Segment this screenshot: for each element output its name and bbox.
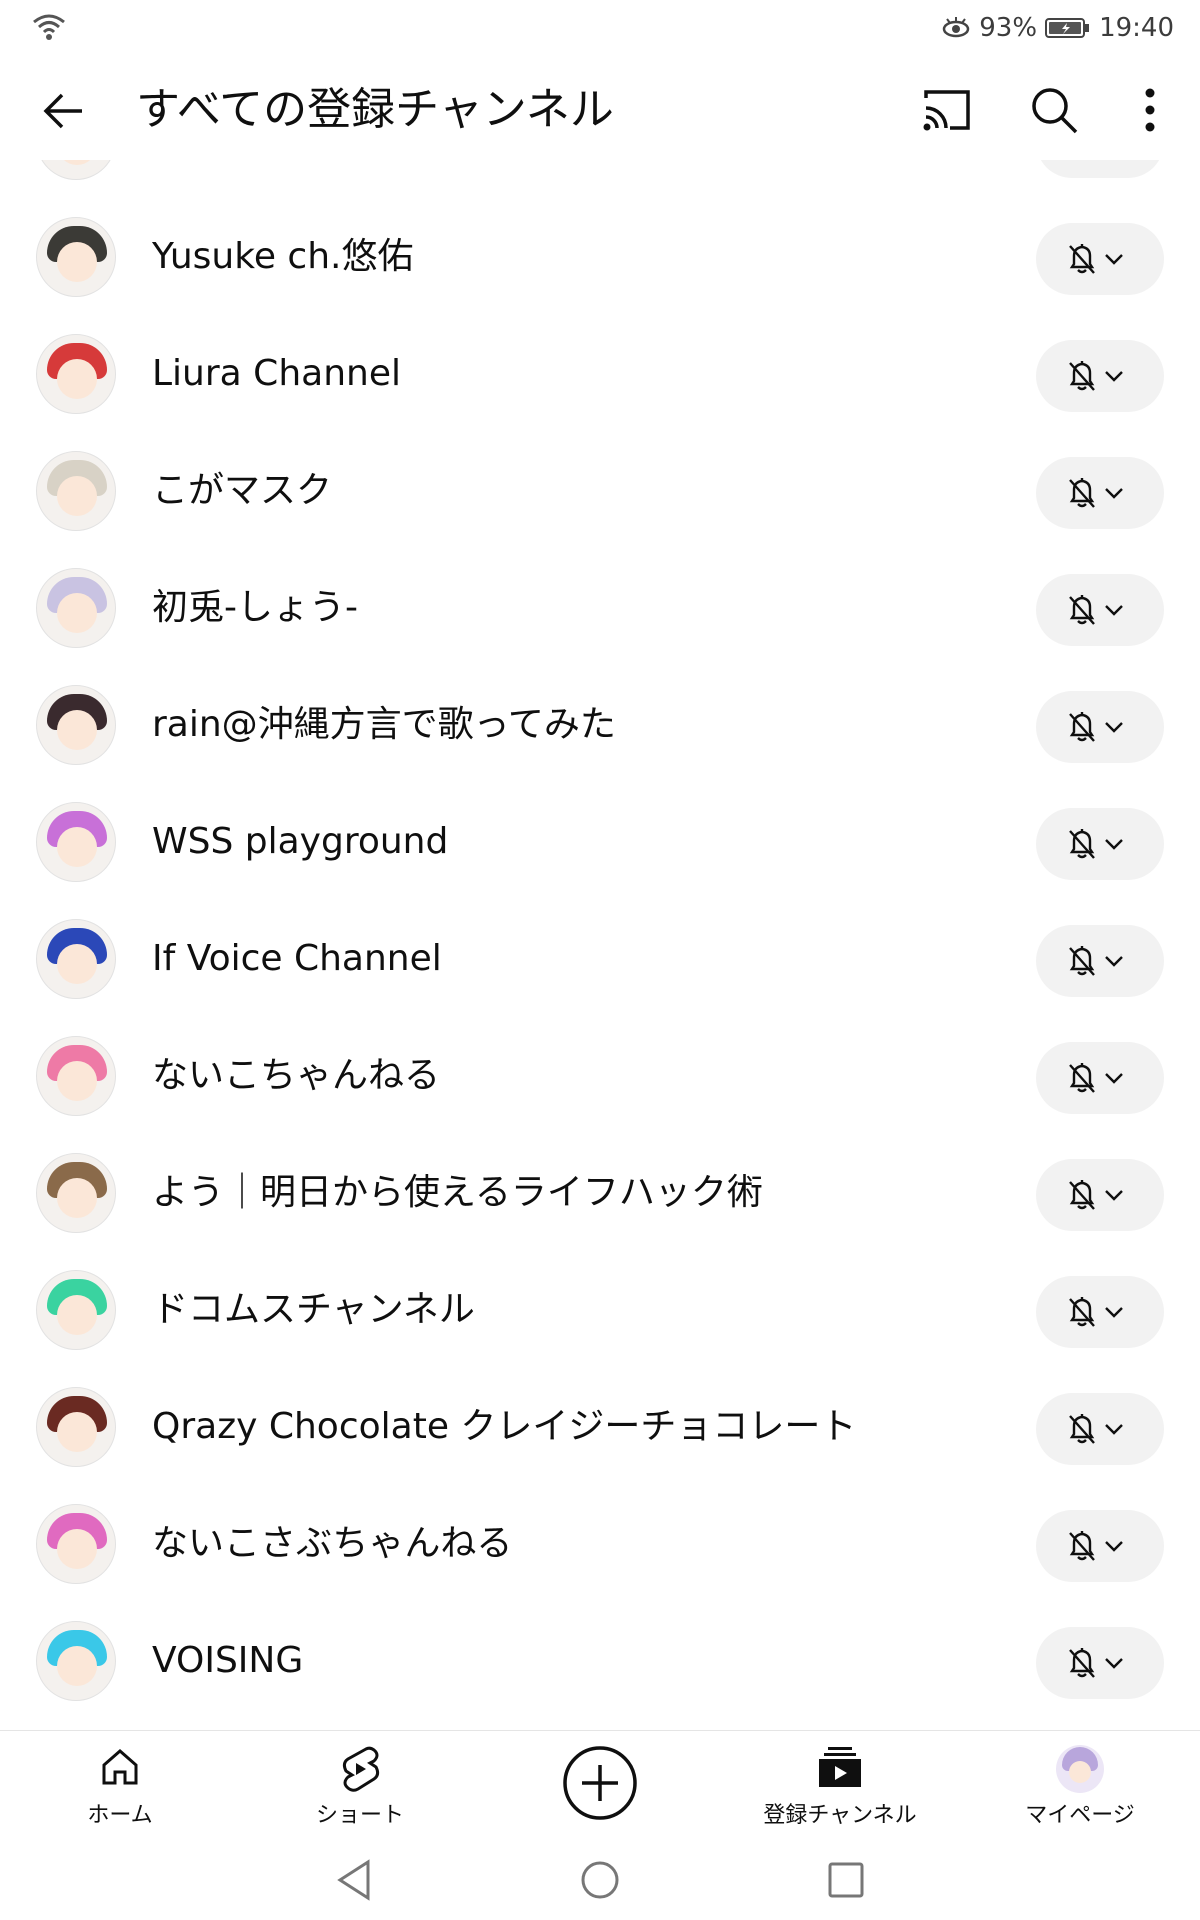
channel-name[interactable]: WSS playground xyxy=(152,812,448,872)
bell-off-chevron-down-icon xyxy=(1069,1297,1123,1327)
channel-name[interactable]: Yusuke ch.悠佑 xyxy=(152,227,413,287)
bell-off-chevron-down-icon xyxy=(1069,712,1123,742)
channel-name[interactable]: よう｜明日から使えるライフハック術 xyxy=(152,1163,763,1223)
bell-off-chevron-down-icon xyxy=(1069,1648,1123,1678)
bell-off-chevron-down-icon xyxy=(1069,361,1123,391)
account-avatar xyxy=(1056,1745,1104,1793)
notification-settings-button[interactable] xyxy=(1036,457,1164,529)
clock: 19:40 xyxy=(1099,13,1174,43)
channel-avatar[interactable] xyxy=(36,568,116,648)
channel-avatar[interactable] xyxy=(36,1504,116,1584)
channel-avatar[interactable] xyxy=(36,802,116,882)
nav-mypage[interactable]: マイページ xyxy=(980,1731,1180,1841)
channel-avatar[interactable] xyxy=(36,1387,116,1467)
bell-off-chevron-down-icon xyxy=(1069,1414,1123,1444)
notification-settings-button[interactable] xyxy=(1036,340,1164,412)
subscriptions-icon xyxy=(819,1747,861,1787)
system-navigation-bar xyxy=(0,1840,1200,1920)
channel-avatar[interactable] xyxy=(36,334,116,414)
wifi-icon xyxy=(33,14,65,40)
system-recents-icon[interactable] xyxy=(824,1858,868,1902)
nav-home[interactable]: ホーム xyxy=(20,1731,220,1841)
nav-shorts-label: ショート xyxy=(315,1803,404,1828)
app-bar: すべての登録チャンネル xyxy=(0,56,1200,160)
status-bar: 93% 19:40 xyxy=(0,0,1200,56)
channel-row[interactable]: ドコムスチャンネル xyxy=(0,1252,1200,1369)
channel-row[interactable]: rain@沖縄方言で歌ってみた xyxy=(0,667,1200,784)
system-back-icon[interactable] xyxy=(334,1858,374,1902)
channel-avatar[interactable] xyxy=(36,451,116,531)
channel-name[interactable]: ないこさぶちゃんねる xyxy=(152,1514,512,1574)
nav-shorts[interactable]: ショート xyxy=(260,1731,460,1841)
bell-off-chevron-down-icon xyxy=(1069,1180,1123,1210)
channel-avatar[interactable] xyxy=(36,1036,116,1116)
notification-settings-button[interactable] xyxy=(1036,1276,1164,1348)
channel-name[interactable]: ないこちゃんねる xyxy=(152,1046,440,1106)
battery-icon xyxy=(1045,18,1090,38)
page-title: すべての登録チャンネル xyxy=(136,84,614,135)
search-icon[interactable] xyxy=(1028,84,1080,136)
nav-subscriptions[interactable]: 登録チャンネル xyxy=(740,1731,940,1841)
channel-row[interactable]: Qrazy Chocolate クレイジーチョコレート xyxy=(0,1369,1200,1486)
notification-settings-button[interactable] xyxy=(1036,1627,1164,1699)
bell-off-chevron-down-icon xyxy=(1069,244,1123,274)
channel-row[interactable]: If Voice Channel xyxy=(0,901,1200,1018)
channel-avatar[interactable] xyxy=(36,1621,116,1701)
battery-percent: 93% xyxy=(979,13,1038,43)
bell-off-chevron-down-icon xyxy=(1069,946,1123,976)
channel-row[interactable]: Liura Channel xyxy=(0,316,1200,433)
channel-list: わんこそば Wanko Soba NoodlesYusuke ch.悠佑Liur… xyxy=(0,140,1200,1730)
channel-row[interactable]: Yusuke ch.悠佑 xyxy=(0,199,1200,316)
channel-name[interactable]: ドコムスチャンネル xyxy=(152,1280,475,1340)
channel-name[interactable]: Qrazy Chocolate クレイジーチョコレート xyxy=(152,1397,856,1457)
nav-home-label: ホーム xyxy=(87,1803,153,1828)
nav-mypage-label: マイページ xyxy=(1025,1803,1135,1828)
notification-settings-button[interactable] xyxy=(1036,691,1164,763)
bell-off-chevron-down-icon xyxy=(1069,1063,1123,1093)
channel-name[interactable]: VOISING xyxy=(152,1631,303,1691)
create-button[interactable] xyxy=(500,1731,700,1841)
more-options-icon[interactable] xyxy=(1132,84,1168,136)
channel-name[interactable]: rain@沖縄方言で歌ってみた xyxy=(152,695,616,755)
channel-avatar[interactable] xyxy=(36,1153,116,1233)
bell-off-chevron-down-icon xyxy=(1069,829,1123,859)
notification-settings-button[interactable] xyxy=(1036,574,1164,646)
cast-icon[interactable] xyxy=(920,86,974,134)
channel-row[interactable]: ないこさぶちゃんねる xyxy=(0,1486,1200,1603)
channel-avatar[interactable] xyxy=(36,919,116,999)
back-arrow-icon[interactable] xyxy=(38,86,88,136)
channel-row[interactable]: 初兎-しょう- xyxy=(0,550,1200,667)
channel-row[interactable]: こがマスク xyxy=(0,433,1200,550)
channel-row[interactable]: VOISING xyxy=(0,1603,1200,1720)
notification-settings-button[interactable] xyxy=(1036,925,1164,997)
bottom-navigation: ホーム ショート 登録チャンネル マイページ xyxy=(0,1730,1200,1841)
channel-avatar[interactable] xyxy=(36,217,116,297)
channel-row[interactable]: よう｜明日から使えるライフハック術 xyxy=(0,1135,1200,1252)
bell-off-chevron-down-icon xyxy=(1069,595,1123,625)
eye-comfort-icon xyxy=(943,17,970,38)
channel-name[interactable]: Liura Channel xyxy=(152,344,401,404)
channel-avatar[interactable] xyxy=(36,685,116,765)
channel-name[interactable]: こがマスク xyxy=(152,461,332,521)
nav-subscriptions-label: 登録チャンネル xyxy=(763,1803,917,1828)
system-home-icon[interactable] xyxy=(578,1858,622,1902)
notification-settings-button[interactable] xyxy=(1036,1042,1164,1114)
channel-name[interactable]: If Voice Channel xyxy=(152,929,442,989)
home-icon xyxy=(102,1749,138,1785)
add-circle-icon xyxy=(563,1746,637,1820)
shorts-icon xyxy=(342,1746,380,1792)
notification-settings-button[interactable] xyxy=(1036,1159,1164,1231)
notification-settings-button[interactable] xyxy=(1036,1393,1164,1465)
bell-off-chevron-down-icon xyxy=(1069,478,1123,508)
notification-settings-button[interactable] xyxy=(1036,1510,1164,1582)
bell-off-chevron-down-icon xyxy=(1069,1531,1123,1561)
channel-row[interactable]: WSS playground xyxy=(0,784,1200,901)
notification-settings-button[interactable] xyxy=(1036,223,1164,295)
channel-name[interactable]: 初兎-しょう- xyxy=(152,578,358,638)
notification-settings-button[interactable] xyxy=(1036,808,1164,880)
channel-row[interactable]: ないこちゃんねる xyxy=(0,1018,1200,1135)
channel-avatar[interactable] xyxy=(36,1270,116,1350)
